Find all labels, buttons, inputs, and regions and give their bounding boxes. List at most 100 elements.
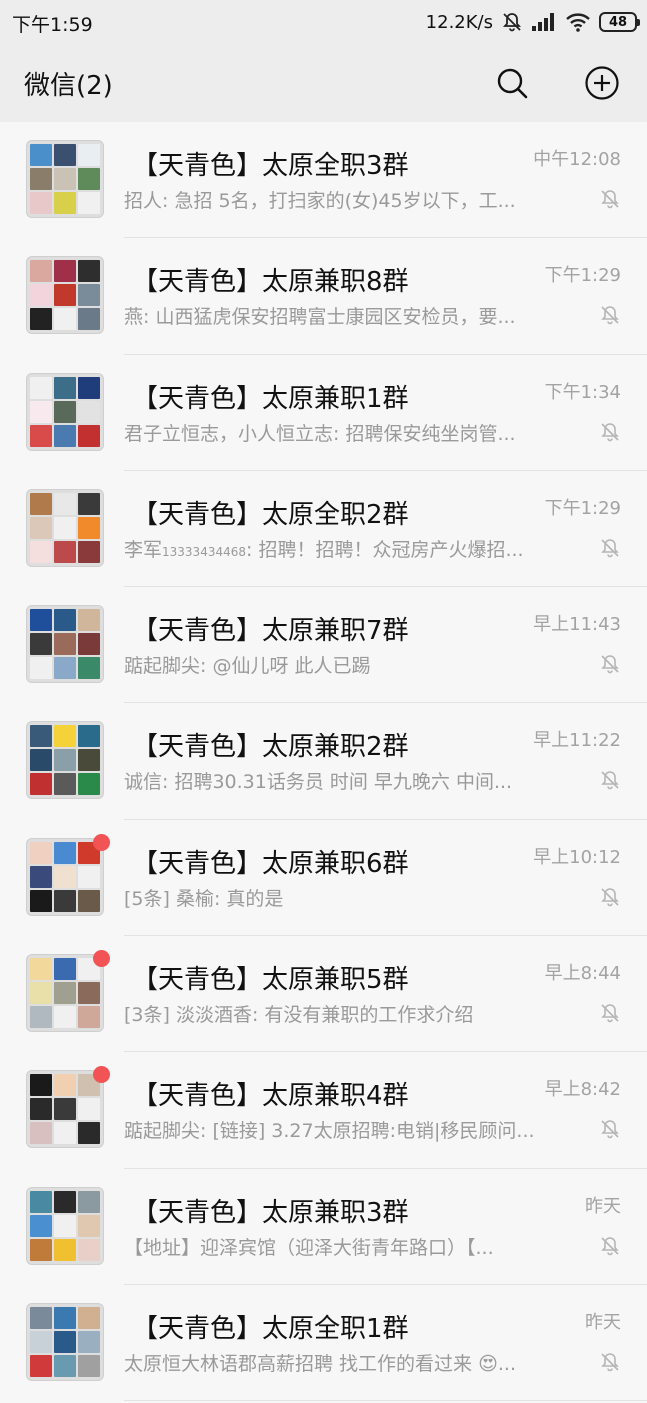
avatar-tile [54,1330,76,1353]
mute-bell-icon [599,1002,621,1024]
avatar-tile [54,1098,76,1121]
chat-time: 昨天 [585,1311,621,1333]
avatar-tile [78,889,100,912]
avatar-tile [54,982,76,1005]
group-avatar [26,256,104,335]
chat-list-item[interactable]: 【天青色】太原兼职8群 下午1:29 燕: 山西猛虎保安招聘富士康园区安检员，要..… [0,238,647,355]
avatar-tile [54,725,76,748]
chat-list-item[interactable]: 【天青色】太原兼职5群 早上8:44 [3条] 淡淡酒香: 有没有兼职的工作求介绍 [0,936,647,1053]
chat-list-item[interactable]: 【天青色】太原兼职6群 早上10:12 [5条] 桑榆: 真的是 [0,820,647,937]
avatar-tile [78,492,100,515]
add-button[interactable] [582,63,622,103]
chat-name: 【天青色】太原兼职8群 [132,267,409,298]
avatar-tile [30,865,52,888]
avatar-tile [54,657,76,680]
group-avatar [26,372,104,451]
avatar-tile [54,400,76,423]
avatar-tile [78,284,100,307]
search-icon [497,68,528,99]
chat-list-item[interactable]: 【天青色】太原全职3群 中午12:08 招人: 急招 5名，打扫家的(女)45岁以下… [0,122,647,239]
wifi-icon [565,12,591,32]
avatar-tile [78,657,100,680]
avatar-tile [78,308,100,331]
group-avatar [26,1070,104,1149]
last-message: 踮起脚尖: [链接] 3.27太原招聘:电销|移民顾问... [124,1116,554,1143]
avatar-tile [78,540,100,563]
chat-list-item[interactable]: 【天青色】太原全职1群 昨天太原恒大林语郡高薪招聘 找工作的看过来 😍... [0,1285,647,1402]
chat-list-item[interactable]: 【天青色】太原兼职2群 早上11:22 诚信: 招聘30.31话务员 时间 早九晚六… [0,703,647,820]
chat-name: 【天青色】太原全职1群 [132,1313,409,1344]
avatar-tile [78,1354,100,1377]
avatar-tile [54,1214,76,1237]
avatar-tile [30,1306,52,1329]
chat-name: 【天青色】太原兼职7群 [132,616,409,647]
last-message: 燕: 山西猛虎保安招聘富士康园区安检员，要... [124,302,554,329]
last-message: 君子立恒志，小人恒立志: 招聘保安纯坐岗管... [124,419,554,446]
avatar-tile [78,424,100,447]
mute-bell-icon [599,886,621,908]
last-message: [5条] 桑榆: 真的是 [124,884,554,911]
avatar-tile [78,1238,100,1261]
chat-time: 早上8:42 [544,1079,621,1101]
last-message-text: 踮起脚尖: @仙儿呀 此人已踢 [124,655,371,678]
avatar-tile [30,633,52,656]
unread-dot [93,1066,110,1084]
last-message: 诚信: 招聘30.31话务员 时间 早九晚六 中间... [124,767,554,794]
avatar-tile [54,284,76,307]
avatar-tile [78,1306,100,1329]
last-message-text: [3条] 淡淡酒香: 有没有兼职的工作求介绍 [124,1004,474,1027]
avatar-tile [30,284,52,307]
avatar-tile [30,982,52,1005]
avatar-tile [30,657,52,680]
last-message-text: 君子立恒志，小人恒立志: 招聘保安纯坐岗管... [124,422,516,445]
mute-bell-icon [599,304,621,326]
avatar-tile [54,1006,76,1029]
mute-bell-icon [599,1351,621,1373]
avatar-tile [54,1122,76,1145]
chat-name: 【天青色】太原兼职1群 [132,383,409,414]
avatar-tile [30,1074,52,1097]
avatar-tile [30,492,52,515]
avatar-tile [54,841,76,864]
avatar-tile [54,1354,76,1377]
avatar-tile [78,749,100,772]
mute-bell-icon [599,1235,621,1257]
chat-list-item[interactable]: 【天青色】太原兼职4群 早上8:42 踮起脚尖: [链接] 3.27太原招聘:电销|… [0,1052,647,1169]
mute-bell-icon [599,188,621,210]
mute-bell-icon [599,653,621,675]
last-message-tail: : 招聘！招聘！众冠房产火爆招... [246,538,524,561]
avatar-tile [30,889,52,912]
status-icons: 12.2K/s 48 [425,8,640,36]
avatar-tile [30,376,52,399]
avatar-tile [78,192,100,214]
group-avatar [26,488,104,567]
search-button[interactable] [492,63,532,103]
app-header: 微信(2) [0,44,647,122]
avatar-tile [54,1190,76,1213]
avatar-tile [54,540,76,563]
plus-circle-icon [585,66,619,100]
last-message: [3条] 淡淡酒香: 有没有兼职的工作求介绍 [124,1000,554,1027]
status-time: 下午1:59 [12,14,93,36]
chat-list-item[interactable]: 【天青色】太原兼职3群 昨天 【地址】迎泽宾馆（迎泽大街青年路口）【... [0,1169,647,1285]
avatar-tile [54,192,76,214]
avatar-tile [78,1098,100,1121]
status-bar: 下午1:59 12.2K/s 48 [0,0,647,44]
last-message: 太原恒大林语郡高薪招聘 找工作的看过来 😍... [124,1349,554,1376]
avatar-tile [30,725,52,748]
avatar-tile [78,725,100,748]
divider [124,1400,647,1402]
chat-list-item[interactable]: 【天青色】太原全职2群 下午1:29 李军13333434468: 招聘！招聘！众冠… [0,471,647,588]
avatar-tile [78,1122,100,1145]
avatar-tile [78,516,100,539]
chat-list-item[interactable]: 【天青色】太原兼职7群 早上11:43 踮起脚尖: @仙儿呀 此人已踢 [0,587,647,704]
chat-list-item[interactable]: 【天青色】太原兼职1群 下午1:34 君子立恒志，小人恒立志: 招聘保安纯坐岗管..… [0,355,647,471]
signal-icon [531,12,557,32]
network-speed: 12.2K/s [425,11,493,33]
avatar-tile [30,1238,52,1261]
last-message: 【地址】迎泽宾馆（迎泽大街青年路口）【... [124,1233,554,1260]
unread-dot [93,950,110,968]
avatar-tile [54,958,76,981]
avatar-tile [78,773,100,796]
avatar-tile [30,1190,52,1213]
